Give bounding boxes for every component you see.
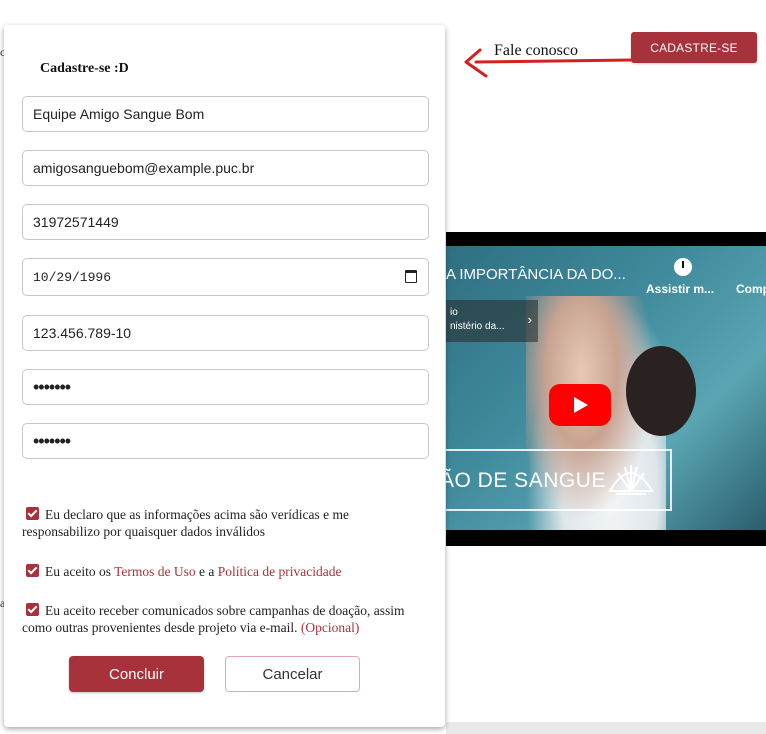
- annotation-arrow-icon: [464, 48, 634, 78]
- declare-checkbox[interactable]: [26, 507, 39, 520]
- channel-line-1: io: [450, 307, 458, 318]
- chevron-right-icon: ›: [527, 312, 532, 327]
- declare-checkbox-label: Eu declaro que as informações acima são …: [22, 507, 349, 539]
- video-embed[interactable]: A IMPORTÂNCIA DA DO... Assistir m... Com…: [446, 232, 766, 546]
- newsletter-checkbox[interactable]: [26, 603, 39, 616]
- birthdate-field[interactable]: 10/29/1996: [22, 258, 429, 296]
- play-button-icon[interactable]: [549, 384, 611, 426]
- optional-label: (Opcional): [300, 620, 360, 635]
- video-banner: ÃO DE SANGUE: [446, 449, 672, 511]
- name-field[interactable]: Equipe Amigo Sangue Bom: [22, 96, 429, 132]
- email-field-value: amigosanguebom@example.puc.br: [33, 160, 255, 176]
- privacy-policy-link[interactable]: Política de privacidade: [218, 564, 342, 579]
- video-channel-info[interactable]: io nistério da... ›: [446, 300, 538, 342]
- declare-checkbox-row: Eu declaro que as informações acima são …: [22, 506, 422, 540]
- channel-line-2: nistério da...: [450, 321, 505, 332]
- password-confirm-field[interactable]: •••••••: [22, 423, 429, 459]
- signup-modal: Cadastre-se :D Equipe Amigo Sangue Bom a…: [4, 25, 445, 727]
- email-field[interactable]: amigosanguebom@example.puc.br: [22, 150, 429, 186]
- video-title[interactable]: A IMPORTÂNCIA DA DO...: [446, 266, 646, 283]
- name-field-value: Equipe Amigo Sangue Bom: [33, 106, 205, 122]
- newsletter-checkbox-row: Eu aceito receber comunicados sobre camp…: [22, 602, 422, 636]
- cancel-button[interactable]: Cancelar: [225, 656, 360, 692]
- watch-later-label[interactable]: Assistir m...: [646, 282, 714, 296]
- terms-label-prefix: Eu aceito os: [45, 564, 115, 579]
- password-field-value: •••••••: [33, 376, 71, 397]
- terms-label-middle: e a: [195, 564, 218, 579]
- share-label[interactable]: Comp: [736, 282, 766, 296]
- terms-checkbox[interactable]: [26, 564, 39, 577]
- clock-icon[interactable]: [674, 258, 692, 276]
- calendar-icon[interactable]: [405, 270, 417, 283]
- password-field[interactable]: •••••••: [22, 369, 429, 405]
- terms-of-use-link[interactable]: Termos de Uso: [114, 564, 196, 579]
- phone-field-value: 31972571449: [33, 214, 119, 230]
- video-banner-text: ÃO DE SANGUE: [446, 469, 606, 492]
- cpf-field-value: 123.456.789-10: [33, 325, 132, 341]
- password-confirm-field-value: •••••••: [33, 430, 71, 451]
- cpf-field[interactable]: 123.456.789-10: [22, 315, 429, 351]
- phone-field[interactable]: 31972571449: [22, 204, 429, 240]
- video-thumbnail: A IMPORTÂNCIA DA DO... Assistir m... Com…: [446, 246, 766, 530]
- video-scene-figure: [626, 346, 696, 436]
- submit-button[interactable]: Concluir: [69, 656, 204, 692]
- shell-logo-icon: [608, 465, 654, 495]
- signup-header-button[interactable]: CADASTRE-SE: [631, 32, 757, 63]
- page-footer-strip: [446, 722, 766, 734]
- modal-title: Cadastre-se :D: [40, 61, 129, 76]
- birthdate-field-value: 10/29/1996: [33, 269, 112, 285]
- terms-checkbox-row: Eu aceito os Termos de Uso e a Política …: [22, 563, 422, 580]
